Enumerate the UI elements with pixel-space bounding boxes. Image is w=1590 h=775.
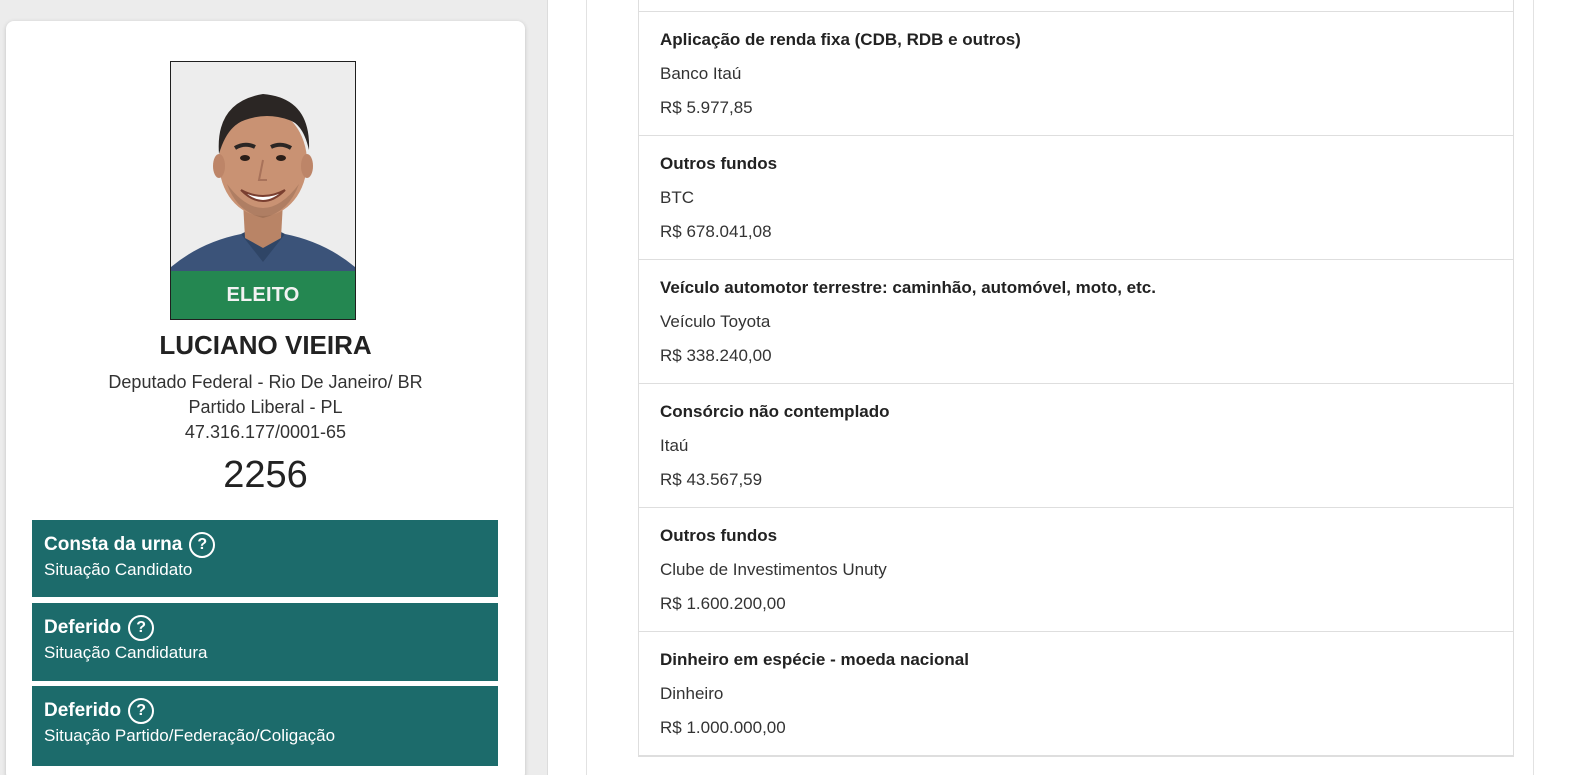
list-divider	[639, 0, 1513, 12]
asset-type: Dinheiro em espécie - moeda nacional	[660, 650, 969, 669]
help-circle-icon[interactable]: ?	[189, 532, 216, 558]
asset-value: R$ 43.567,59	[660, 470, 763, 489]
candidate-photo: ELEITO	[170, 61, 356, 320]
assets-list: Aplicação de renda fixa (CDB, RDB e outr…	[638, 0, 1514, 757]
asset-value: R$ 1.600.200,00	[660, 594, 786, 613]
asset-value: R$ 5.977,85	[660, 98, 753, 117]
asset-description: Dinheiro	[660, 684, 724, 703]
list-item: Outros fundos BTC R$ 678.041,08	[639, 136, 1513, 260]
status-title: Deferido	[44, 617, 122, 638]
candidate-party: Partido Liberal - PL	[188, 397, 343, 417]
help-circle-icon[interactable]: ?	[128, 698, 155, 724]
status-subtitle: Situação Partido/Federação/Coligação	[44, 726, 336, 745]
elected-badge: ELEITO	[171, 271, 355, 319]
candidate-number: 2256	[223, 454, 308, 496]
asset-value: R$ 1.000.000,00	[660, 718, 786, 737]
asset-type: Veículo automotor terrestre: caminhão, a…	[660, 278, 1156, 297]
list-item: Dinheiro em espécie - moeda nacional Din…	[639, 632, 1513, 756]
status-title: Deferido	[44, 700, 122, 721]
list-item: Veículo automotor terrestre: caminhão, a…	[639, 260, 1513, 384]
asset-description: Clube de Investimentos Unuty	[660, 560, 887, 579]
help-circle-icon[interactable]: ?	[128, 615, 155, 641]
asset-type: Consórcio não contemplado	[660, 402, 890, 421]
asset-type: Aplicação de renda fixa (CDB, RDB e outr…	[660, 30, 1021, 49]
list-item: Aplicação de renda fixa (CDB, RDB e outr…	[639, 12, 1513, 136]
asset-type: Outros fundos	[660, 526, 778, 545]
left-column: ELEITO LUCIANO VIEIRA Deputado Federal -…	[0, 0, 548, 775]
list-item: Consórcio não contemplado Itaú R$ 43.567…	[639, 384, 1513, 508]
status-box-candidate: Consta da urna ? Situação Candidato	[32, 520, 498, 597]
asset-description: BTC	[660, 188, 694, 207]
status-title: Consta da urna	[44, 534, 183, 555]
asset-value: R$ 338.240,00	[660, 346, 772, 365]
status-subtitle: Situação Candidatura	[44, 643, 208, 662]
asset-type: Outros fundos	[660, 154, 778, 173]
candidate-name: LUCIANO VIEIRA	[159, 330, 372, 360]
list-item: Outros fundos Clube de Investimentos Unu…	[639, 508, 1513, 632]
asset-description: Itaú	[660, 436, 689, 455]
candidate-office: Deputado Federal - Rio De Janeiro/ BR	[108, 372, 423, 392]
candidate-cnpj: 47.316.177/0001-65	[184, 422, 347, 442]
assets-panel: Aplicação de renda fixa (CDB, RDB e outr…	[586, 0, 1534, 775]
asset-description: Veículo Toyota	[660, 312, 771, 331]
status-box-candidacy: Deferido ? Situação Candidatura	[32, 603, 498, 681]
asset-value: R$ 678.041,08	[660, 222, 772, 241]
status-box-party: Deferido ? Situação Partido/Federação/Co…	[32, 686, 498, 766]
asset-description: Banco Itaú	[660, 64, 742, 83]
status-subtitle: Situação Candidato	[44, 560, 193, 579]
candidate-profile-card: ELEITO LUCIANO VIEIRA Deputado Federal -…	[6, 21, 525, 775]
